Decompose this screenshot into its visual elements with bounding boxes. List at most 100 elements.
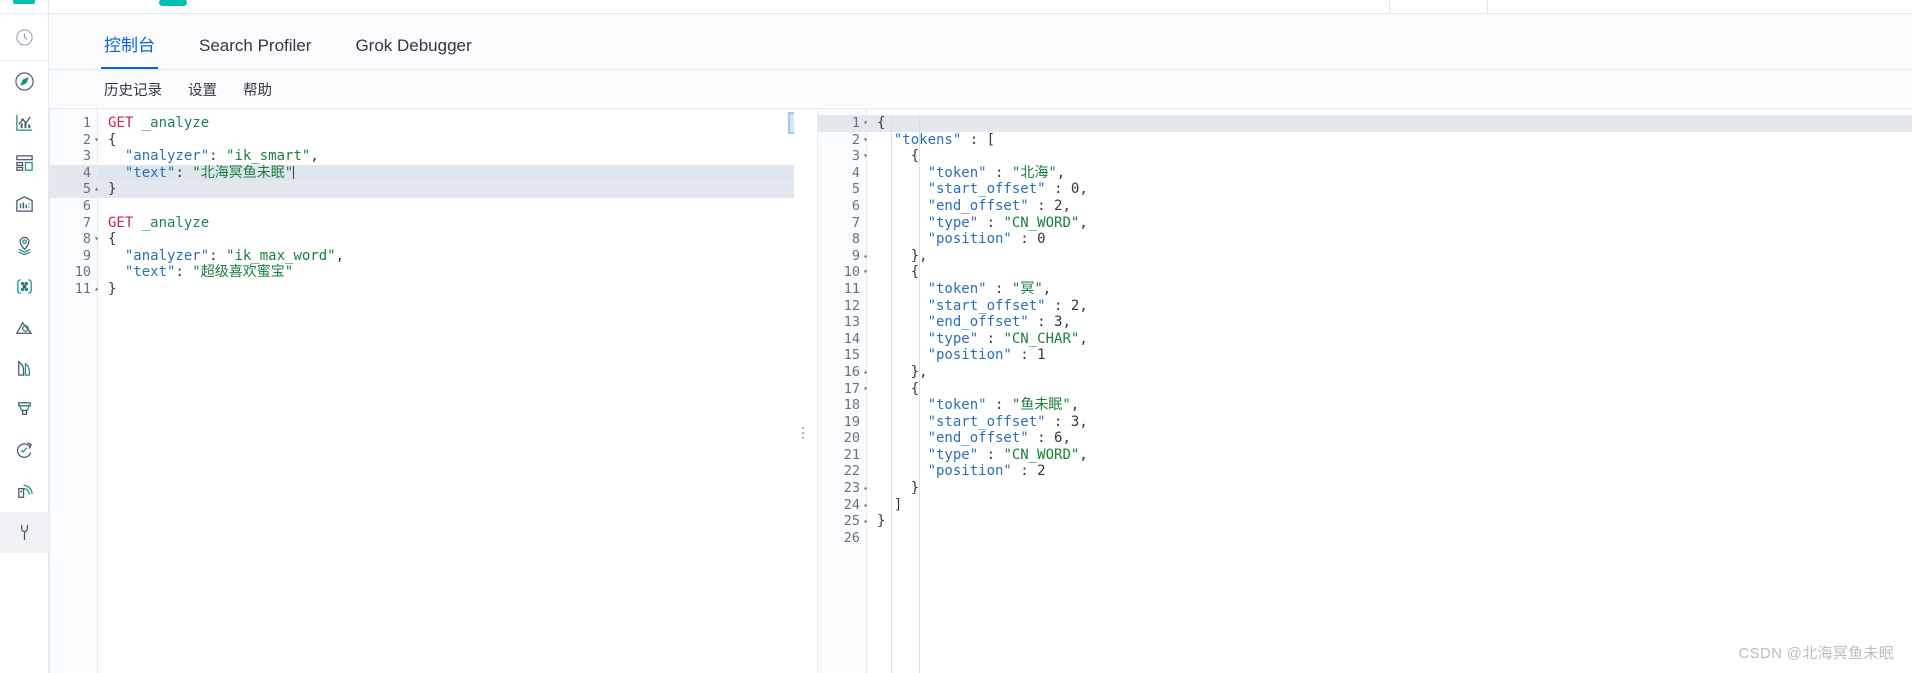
code-line: "text": "北海冥鱼未眠" bbox=[98, 164, 794, 182]
code-token: "end_offset" bbox=[927, 314, 1029, 331]
code-token: : bbox=[1028, 314, 1055, 331]
code-token: , bbox=[1079, 214, 1088, 231]
line-number: 3 bbox=[82, 148, 91, 165]
compass-icon bbox=[14, 71, 35, 92]
main-region: 控制台 Search Profiler Grok Debugger 历史记录 设… bbox=[49, 0, 1912, 673]
code-line: "type" : "CN_WORD", bbox=[877, 215, 1912, 232]
line-number: 9 ▴ bbox=[818, 248, 868, 265]
send-request-button[interactable] bbox=[788, 111, 794, 134]
map-pin-layers-icon bbox=[14, 235, 35, 256]
pane-resizer[interactable] bbox=[794, 109, 812, 673]
code-token: "analyzer" bbox=[124, 247, 210, 264]
sidebar-item-canvas[interactable] bbox=[0, 184, 49, 225]
code-token: "start_offset" bbox=[927, 413, 1046, 430]
sidebar-item-discover[interactable] bbox=[0, 61, 49, 102]
line-number: 4 bbox=[851, 164, 860, 181]
code-token: : bbox=[1028, 430, 1055, 447]
clock-icon bbox=[15, 28, 34, 47]
code-token: { bbox=[910, 380, 920, 397]
chart-icon bbox=[14, 112, 35, 133]
code-token: , bbox=[1079, 297, 1088, 314]
console-tabs: 控制台 Search Profiler Grok Debugger bbox=[49, 14, 1912, 70]
code-token: "token" bbox=[927, 280, 987, 297]
sidebar-item-machine-learning[interactable] bbox=[0, 266, 49, 307]
submenu-settings[interactable]: 设置 bbox=[188, 79, 217, 100]
request-line-numbers: 1 2 ▾ 3 4 5 ▴ 6 7 8 ▾ 9 10 11 ▴ bbox=[49, 109, 99, 673]
response-line-numbers: 1 ▾ 2 ▾ 3 ▾ 4 5 6 7 8 9 ▴ 10 ▾ 11 12 13 14 15 16 ▴ 17 ▾ 18 19 20 21… bbox=[818, 109, 868, 673]
code-line: { bbox=[877, 148, 1912, 165]
code-line: { bbox=[108, 231, 794, 248]
sidebar-item-infrastructure[interactable] bbox=[0, 307, 49, 348]
sidebar-item-siem[interactable] bbox=[0, 471, 49, 512]
line-number: 7 bbox=[82, 214, 91, 231]
submenu-help[interactable]: 帮助 bbox=[243, 79, 272, 100]
code-token: } bbox=[877, 513, 886, 530]
code-line: GET _analyze bbox=[108, 215, 794, 232]
code-token: , bbox=[1079, 181, 1088, 198]
line-number: 1 bbox=[82, 115, 91, 131]
code-token: : bbox=[986, 280, 1012, 297]
line-number: 24 ▴ bbox=[818, 497, 868, 514]
request-editor-pane: 1 2 ▾ 3 4 5 ▴ 6 7 8 ▾ 9 10 11 ▴ GET _ana… bbox=[49, 109, 794, 673]
response-pane: 1 ▾ 2 ▾ 3 ▾ 4 5 6 7 8 9 ▴ 10 ▾ 11 12 13 14 15 16 ▴ 17 ▾ 18 19 20 21… bbox=[812, 109, 1912, 673]
code-line: "analyzer": "ik_max_word", bbox=[108, 248, 794, 265]
code-token: ] bbox=[893, 496, 903, 513]
top-strip bbox=[49, 0, 1912, 14]
code-token: "analyzer" bbox=[124, 148, 210, 165]
code-line: } bbox=[877, 513, 1912, 530]
code-token: "CN_WORD" bbox=[1003, 214, 1080, 231]
response-viewer[interactable]: { "tokens" : [ { "token" : "北海", "start_… bbox=[867, 109, 1912, 673]
code-token: : bbox=[1045, 413, 1071, 430]
code-token: , bbox=[1062, 430, 1071, 447]
line-number: 11 ▴ bbox=[50, 281, 99, 298]
code-token: , bbox=[1062, 314, 1071, 331]
code-line: { bbox=[867, 115, 1912, 132]
line-number: 15 bbox=[843, 347, 860, 364]
console-split: 1 2 ▾ 3 4 5 ▴ 6 7 8 ▾ 9 10 11 ▴ GET _ana… bbox=[49, 109, 1912, 673]
tab-grok-debugger[interactable]: Grok Debugger bbox=[355, 37, 471, 69]
code-token: { bbox=[910, 148, 920, 165]
code-token: [ bbox=[986, 131, 996, 148]
line-number: 1 ▾ bbox=[818, 115, 868, 132]
line-number: 16 ▴ bbox=[818, 364, 868, 381]
code-token: "text" bbox=[124, 164, 176, 181]
sidebar-item-dev-tools[interactable] bbox=[0, 512, 49, 553]
sidebar-item-uptime[interactable] bbox=[0, 430, 49, 471]
sidebar-item-recently-viewed[interactable] bbox=[0, 14, 49, 60]
sidebar-item-dashboard[interactable] bbox=[0, 143, 49, 184]
sidebar-item-apm[interactable] bbox=[0, 389, 49, 430]
line-number: 3 ▾ bbox=[818, 148, 868, 165]
code-token: "ik_smart" bbox=[226, 148, 311, 165]
line-number: 18 bbox=[843, 397, 860, 414]
tab-console[interactable]: 控制台 bbox=[101, 37, 158, 69]
code-token: "end_offset" bbox=[927, 430, 1029, 447]
code-line: "text": "超级喜欢蜜宝" bbox=[108, 264, 794, 281]
sidebar-item-maps[interactable] bbox=[0, 225, 49, 266]
code-line: GET _analyze bbox=[108, 115, 794, 132]
code-line: "token" : "鱼未眠", bbox=[877, 397, 1912, 414]
canvas-icon bbox=[14, 194, 35, 215]
tab-search-profiler[interactable]: Search Profiler bbox=[199, 37, 311, 69]
code-token: "type" bbox=[927, 446, 979, 463]
code-token: : bbox=[1045, 181, 1071, 198]
uptime-icon bbox=[14, 440, 35, 461]
code-line: "tokens" : [ bbox=[877, 132, 1912, 149]
sidebar-item-logs[interactable] bbox=[0, 348, 49, 389]
code-token: "北海冥鱼未眠" bbox=[192, 164, 294, 181]
line-number: 8 bbox=[851, 231, 860, 248]
line-number: 19 bbox=[843, 413, 860, 430]
code-token: GET bbox=[108, 214, 142, 231]
request-editor[interactable]: GET _analyze{ "analyzer": "ik_smart", "t… bbox=[98, 109, 794, 673]
code-token: 2 bbox=[1037, 463, 1046, 480]
sidebar-item-visualize[interactable] bbox=[0, 102, 49, 143]
code-token: : bbox=[978, 446, 1004, 463]
code-token: "冥" bbox=[1011, 280, 1043, 297]
submenu-history[interactable]: 历史记录 bbox=[104, 79, 162, 100]
code-line: } bbox=[877, 480, 1912, 497]
apm-icon bbox=[14, 399, 35, 420]
